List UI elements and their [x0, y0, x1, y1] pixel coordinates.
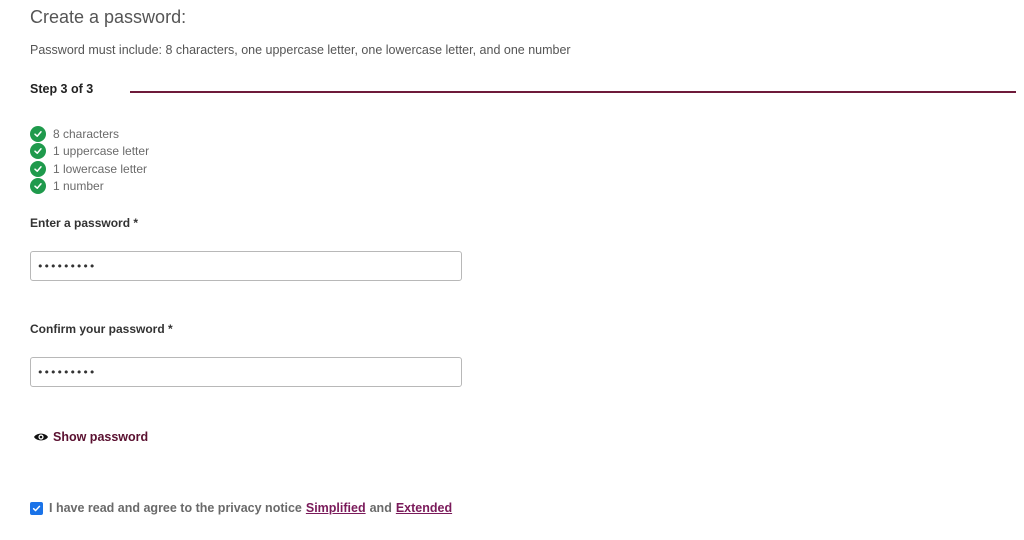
- requirement-label: 8 characters: [53, 126, 120, 141]
- show-password-toggle[interactable]: Show password: [33, 430, 148, 444]
- check-circle-icon: [30, 178, 46, 195]
- check-circle-icon: [30, 143, 46, 160]
- step-label: Step 3 of 3: [30, 82, 94, 96]
- password-field-label: Enter a password *: [30, 216, 139, 230]
- privacy-consent: I have read and agree to the privacy not…: [30, 501, 456, 515]
- privacy-consent-text: I have read and agree to the privacy not…: [49, 501, 302, 515]
- confirm-password-field-label: Confirm your password *: [30, 322, 173, 336]
- step-progress: Step 3 of 3: [30, 81, 1016, 101]
- list-item: 8 characters: [30, 125, 149, 143]
- requirement-label: 1 number: [53, 179, 104, 194]
- list-item: 1 uppercase letter: [30, 143, 149, 161]
- create-password-page: Create a password: Password must include…: [0, 0, 1024, 540]
- requirements-list: 8 characters 1 uppercase letter 1 lowerc…: [30, 125, 149, 195]
- list-item: 1 number: [30, 178, 149, 196]
- privacy-notice-simplified-link[interactable]: Simplified: [306, 501, 366, 515]
- list-item: 1 lowercase letter: [30, 160, 149, 178]
- page-title: Create a password:: [30, 7, 187, 27]
- show-password-label: Show password: [53, 430, 149, 444]
- check-circle-icon: [30, 160, 46, 177]
- privacy-consent-checkbox[interactable]: [30, 501, 43, 515]
- eye-icon: [33, 431, 49, 443]
- consent-and-text: and: [369, 501, 392, 515]
- privacy-notice-extended-link[interactable]: Extended: [396, 501, 452, 515]
- step-progress-line: [130, 91, 1016, 93]
- password-input[interactable]: [30, 251, 462, 281]
- requirement-label: 1 uppercase letter: [53, 144, 150, 159]
- confirm-password-input[interactable]: [30, 357, 462, 387]
- check-circle-icon: [30, 125, 46, 142]
- requirement-label: 1 lowercase letter: [53, 161, 148, 176]
- password-rules-text: Password must include: 8 characters, one…: [30, 43, 571, 57]
